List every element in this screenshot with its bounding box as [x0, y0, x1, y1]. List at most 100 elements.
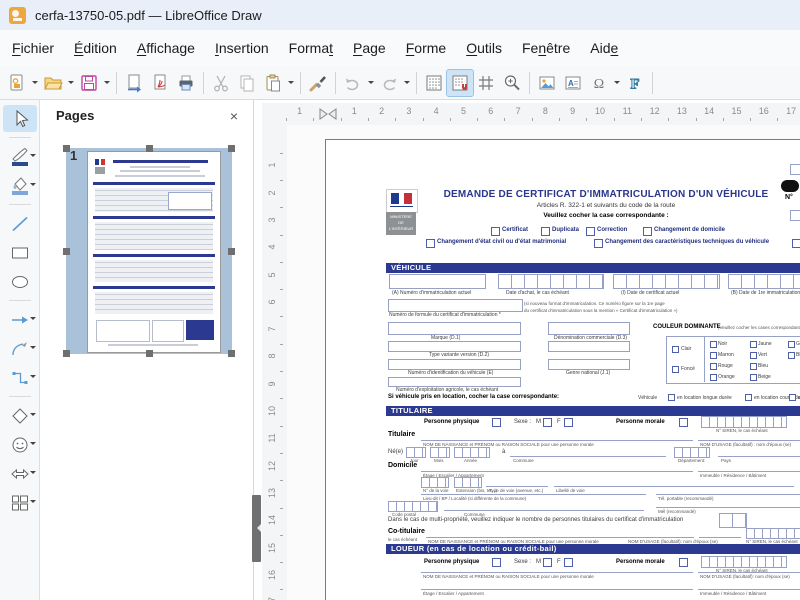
open-dropdown[interactable]	[66, 70, 76, 96]
menu-edition[interactable]: Édition	[64, 36, 127, 60]
selection-handle[interactable]	[63, 350, 70, 357]
basic-shapes-tool[interactable]	[3, 402, 37, 429]
double-arrow-icon	[9, 463, 31, 485]
copy-button[interactable]	[234, 70, 260, 96]
new-button[interactable]	[4, 70, 30, 96]
field-line	[656, 486, 800, 495]
selection-handle[interactable]	[63, 248, 70, 255]
selection-handle[interactable]	[228, 248, 235, 255]
select-tool[interactable]	[3, 105, 37, 132]
input-box	[548, 359, 630, 370]
input-box	[388, 359, 521, 370]
redo-button[interactable]	[376, 70, 402, 96]
new-dropdown[interactable]	[30, 70, 40, 96]
field-line	[698, 462, 800, 472]
ministry-flag-logo	[386, 189, 418, 213]
export-icon	[124, 73, 144, 93]
insert-image-button[interactable]	[534, 70, 560, 96]
curves-polygons-tool[interactable]	[3, 335, 37, 362]
field-label: Dans le cas de multi-propriété, veuillez…	[388, 517, 683, 525]
insert-text-box-button[interactable]: A	[560, 70, 586, 96]
panel-splitter-handle[interactable]	[252, 495, 261, 562]
drawing-canvas[interactable]: MINISTÈREDEL'INTÉRIEUR DEMANDE DE CERTIF…	[287, 125, 800, 600]
couleur-title: COULEUR DOMINANTE	[653, 324, 721, 332]
menu-forme[interactable]: Forme	[396, 36, 456, 60]
page-thumbnail[interactable]: 1	[66, 148, 232, 354]
line-color-brush-icon	[9, 146, 31, 168]
document-page[interactable]: MINISTÈREDEL'INTÉRIEUR DEMANDE DE CERTIF…	[325, 139, 800, 600]
helplines-button[interactable]	[473, 70, 499, 96]
paste-button[interactable]	[260, 70, 286, 96]
menu-aide[interactable]: Aide	[580, 36, 628, 60]
arrow-line-icon	[9, 309, 31, 331]
open-button[interactable]	[40, 70, 66, 96]
zoom-button[interactable]	[499, 70, 525, 96]
selection-handle[interactable]	[146, 350, 153, 357]
snap-to-grid-button[interactable]	[447, 70, 473, 96]
field-label: Jaune	[758, 341, 772, 347]
special-character-button[interactable]: Ω	[586, 70, 612, 96]
thumb-sign-box	[152, 320, 184, 342]
undo-button[interactable]	[340, 70, 366, 96]
redo-dropdown[interactable]	[402, 70, 412, 96]
thumb-banner	[93, 286, 215, 289]
special-character-dropdown[interactable]	[612, 70, 622, 96]
line-arrow-tool[interactable]	[3, 306, 37, 333]
rectangle-tool[interactable]	[3, 239, 37, 266]
input-box	[388, 341, 521, 352]
menu-fichier[interactable]: Fichier	[2, 36, 64, 60]
field-line	[699, 528, 741, 538]
checkbox	[750, 363, 757, 370]
menu-insertion[interactable]: Insertion	[205, 36, 279, 60]
insert-line-tool[interactable]	[3, 210, 37, 237]
fill-color-tool[interactable]	[3, 172, 37, 199]
vertical-ruler[interactable]: 1234567891011121314151617	[262, 125, 288, 600]
field-line	[656, 499, 800, 508]
field-label: Véhicule	[638, 395, 657, 401]
menu-page[interactable]: Page	[343, 36, 396, 60]
connectors-tool[interactable]	[3, 364, 37, 391]
snap-to-grid-icon	[450, 73, 470, 93]
field-label: Né(e)	[388, 449, 403, 457]
flowchart-tool[interactable]	[3, 489, 37, 516]
menu-affichage[interactable]: Affichage	[127, 36, 205, 60]
undo-dropdown[interactable]	[366, 70, 376, 96]
cut-button[interactable]	[208, 70, 234, 96]
field-label: Numéro de formule du certificat d'immatr…	[389, 312, 501, 318]
close-icon[interactable]: ×	[225, 107, 243, 125]
symbol-shapes-tool[interactable]	[3, 431, 37, 458]
svg-text:F: F	[630, 76, 639, 92]
fontwork-button[interactable]: F	[622, 70, 648, 96]
block-arrows-tool[interactable]	[3, 460, 37, 487]
menu-outils[interactable]: Outils	[456, 36, 512, 60]
menu-format[interactable]: Format	[279, 36, 343, 60]
selection-handle[interactable]	[228, 350, 235, 357]
display-grid-button[interactable]	[421, 70, 447, 96]
horizontal-ruler[interactable]: 11234567891011121314151617	[262, 103, 800, 126]
print-button[interactable]	[173, 70, 199, 96]
connector-icon	[9, 367, 31, 389]
rectangle-icon	[9, 242, 31, 264]
ellipse-tool[interactable]	[3, 268, 37, 295]
paste-dropdown[interactable]	[286, 70, 296, 96]
line-color-tool[interactable]	[3, 143, 37, 170]
input-box	[388, 377, 521, 387]
menu-fenetre[interactable]: Fenêtre	[512, 36, 580, 60]
thumb-line	[120, 170, 200, 172]
selection-handle[interactable]	[228, 145, 235, 152]
field-line	[510, 447, 666, 457]
clone-formatting-button[interactable]	[305, 70, 331, 96]
field-label: Bleu	[758, 363, 768, 369]
field-line	[421, 431, 693, 441]
input-box	[790, 210, 800, 221]
selection-handle[interactable]	[146, 145, 153, 152]
open-folder-icon	[43, 73, 63, 93]
page-thumbnail-number: 1	[70, 148, 77, 163]
export-button[interactable]	[121, 70, 147, 96]
save-dropdown[interactable]	[102, 70, 112, 96]
export-pdf-button[interactable]	[147, 70, 173, 96]
field-line	[698, 431, 800, 441]
field-label: Foncé	[681, 366, 695, 372]
save-button[interactable]	[76, 70, 102, 96]
selection-handle[interactable]	[63, 145, 70, 152]
